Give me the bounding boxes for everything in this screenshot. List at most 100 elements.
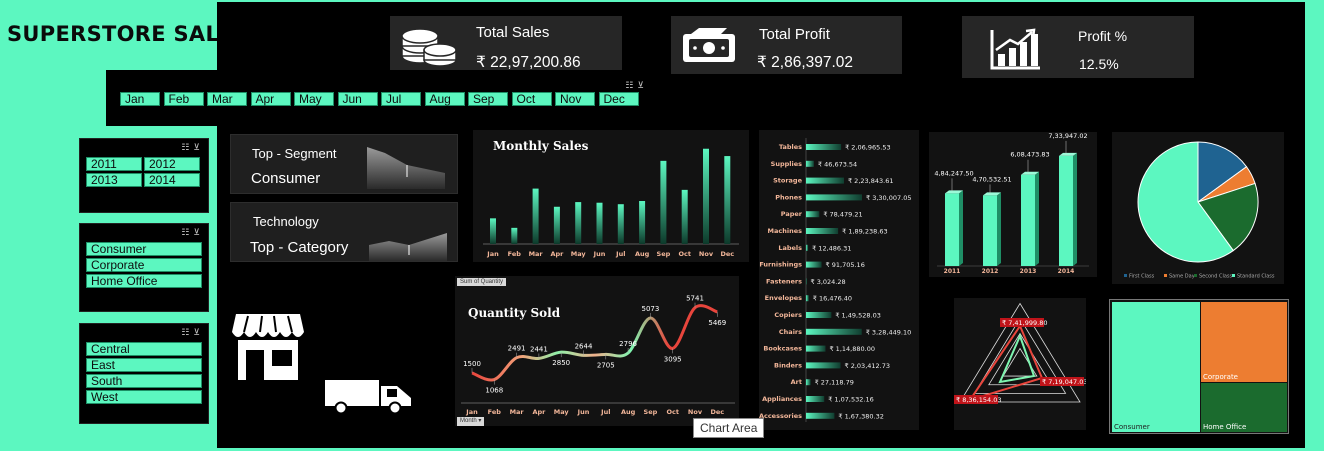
filter-icon[interactable]: ⊻ xyxy=(193,227,204,237)
monthly-bar xyxy=(511,227,518,244)
year-bar-side xyxy=(959,190,963,266)
month-tick-label: Aug xyxy=(621,408,636,416)
month-tick-label: Sep xyxy=(644,408,658,416)
subcategory-value-label: ₹ 12,486.31 xyxy=(812,244,851,252)
multiselect-icon[interactable]: ☷ xyxy=(181,227,193,237)
multiselect-icon[interactable]: ☷ xyxy=(181,327,193,337)
subcategory-value-label: ₹ 27,118.79 xyxy=(815,379,854,387)
region-chip-central[interactable]: Central xyxy=(86,342,202,356)
year-chip-2012[interactable]: 2012 xyxy=(144,157,200,171)
year-tick-label: 2014 xyxy=(1058,268,1075,275)
year-tick-label: 2011 xyxy=(944,268,961,275)
year-chip-2011[interactable]: 2011 xyxy=(86,157,142,171)
growth-chart-icon xyxy=(990,28,1040,70)
segment-chip-consumer[interactable]: Consumer xyxy=(86,242,202,256)
kpi-profit-percent[interactable]: Profit % 12.5% xyxy=(962,16,1194,78)
region-chip-south[interactable]: South xyxy=(86,374,202,388)
month-tick-label: Dec xyxy=(720,250,734,258)
year-bar-side xyxy=(1035,171,1039,266)
subcategory-value-label: ₹ 46,673.54 xyxy=(818,160,857,168)
subcategory-bar xyxy=(806,312,832,318)
top-category-card[interactable]: Technology Top - Category xyxy=(230,202,458,262)
year-tick-label: 2013 xyxy=(1020,268,1037,275)
subcategory-label: Supplies xyxy=(771,160,802,168)
monthly-bar xyxy=(490,218,496,244)
filter-icon[interactable]: ⊻ xyxy=(637,80,648,90)
quantity-line xyxy=(471,304,718,382)
subcategory-bar xyxy=(806,412,835,419)
segment-chip-corporate[interactable]: Corporate xyxy=(86,258,202,272)
region-chip-west[interactable]: West xyxy=(86,390,202,404)
subcategory-label: Binders xyxy=(774,361,802,369)
month-tick-label: Feb xyxy=(488,408,502,416)
subcategory-label: Furnishings xyxy=(759,261,802,269)
month-tick-label: Feb xyxy=(508,250,522,258)
treemap-tile-consumer[interactable]: Consumer xyxy=(1112,302,1200,432)
segment-chip-home-office[interactable]: Home Office xyxy=(86,274,202,288)
profit-pct-label: Profit % xyxy=(1078,28,1128,44)
subcategory-value-label: ₹ 1,07,532.16 xyxy=(828,396,873,404)
treemap-tile-home-office[interactable]: Home Office xyxy=(1201,383,1287,432)
category-sparkline xyxy=(369,233,447,261)
month-tick-label: May xyxy=(571,250,587,258)
subcategory-bar xyxy=(806,362,841,369)
year-value-label: 6,08,473.83 xyxy=(1010,151,1049,159)
subcategory-bar xyxy=(806,160,814,167)
legend-swatch xyxy=(1232,274,1235,277)
month-chip-oct[interactable]: Oct xyxy=(511,92,552,106)
legend-swatch xyxy=(1164,274,1167,277)
month-tick-label: Dec xyxy=(710,408,724,416)
region-radar-chart[interactable]: ₹ 7,41,999.80 ₹ 7,19,047.03 ₹ 8,36,154.03 xyxy=(954,298,1086,430)
radar-value-label: ₹ 7,19,047.03 xyxy=(1042,378,1086,386)
filter-icon[interactable]: ⊻ xyxy=(193,327,204,337)
subcategory-label: Appliances xyxy=(762,395,802,403)
subcategory-value-label: ₹ 3,024.28 xyxy=(811,278,846,286)
month-tick-label: Aug xyxy=(635,250,650,258)
month-chip-jul[interactable]: Jul xyxy=(381,92,421,106)
subcategory-value-label: ₹ 1,67,380.32 xyxy=(838,412,883,420)
ship-mode-pie-chart[interactable]: First Class Same Day Second Class Standard … xyxy=(1112,132,1284,284)
month-chip-feb[interactable]: Feb xyxy=(163,92,204,106)
subcategory-sales-plot: Tables ₹ 2,06,965.53 Supplies ₹ 46,673.54 St… xyxy=(759,138,911,422)
year-tick-label: 2012 xyxy=(982,268,999,275)
month-chip-sep[interactable]: Sep xyxy=(468,92,508,106)
treemap-tile-corporate[interactable]: Corporate xyxy=(1201,302,1287,382)
month-chip-apr[interactable]: Apr xyxy=(250,92,291,106)
year-chip-2014[interactable]: 2014 xyxy=(144,173,200,187)
segment-treemap-chart[interactable]: Consumer Corporate Home Office xyxy=(1109,299,1289,434)
year-chip-2013[interactable]: 2013 xyxy=(86,173,142,187)
quantity-sold-chart[interactable]: Sum of Quantity Quantity Sold 1500 Jan 106… xyxy=(455,276,739,426)
month-chip-mar[interactable]: Mar xyxy=(207,92,247,106)
year-bar-front xyxy=(1059,155,1073,266)
year-value-label: 4,70,532.51 xyxy=(972,175,1011,183)
year-bar-front xyxy=(983,195,997,266)
quantity-data-label: 1500 xyxy=(463,360,481,368)
monthly-sales-chart[interactable]: Monthly Sales Jan Feb Mar Apr May Jun Jul Aug Se… xyxy=(473,130,749,262)
monthly-bar xyxy=(681,189,688,244)
month-field-button[interactable]: Month ▾ xyxy=(457,417,485,426)
month-tick-label: Nov xyxy=(688,408,703,416)
kpi-total-sales[interactable]: ₹ 22,97,200.86 Total Sales xyxy=(390,16,622,74)
multiselect-icon[interactable]: ☷ xyxy=(625,80,637,90)
subcategory-label: Envelopes xyxy=(765,294,802,302)
multiselect-icon[interactable]: ☷ xyxy=(181,142,193,152)
yearly-sales-chart[interactable]: 4,84,247.50 2011 4,70,532.51 2012 6,08,473.8… xyxy=(929,132,1097,277)
top-segment-card[interactable]: Top - Segment Consumer xyxy=(230,134,458,194)
kpi-total-profit[interactable]: Total Profit ₹ 2,86,397.02 xyxy=(671,16,902,74)
month-chip-jan[interactable]: Jan xyxy=(120,92,160,106)
subcategory-value-label: ₹ 2,23,843.61 xyxy=(848,177,893,185)
month-chip-jun[interactable]: Jun xyxy=(337,92,378,106)
quantity-data-label: 2850 xyxy=(552,359,570,367)
month-chip-may[interactable]: May xyxy=(294,92,334,106)
month-tick-label: Jun xyxy=(593,250,606,258)
subcategory-bar xyxy=(806,345,826,352)
subcategory-sales-chart[interactable]: Tables ₹ 2,06,965.53 Supplies ₹ 46,673.54 St… xyxy=(759,130,919,430)
month-chip-aug[interactable]: Aug xyxy=(424,92,465,106)
top-category-label: Top - Category xyxy=(250,239,349,256)
ship-mode-pie-plot: First Class Same Day Second Class Standard … xyxy=(1124,141,1275,280)
month-chip-dec[interactable]: Dec xyxy=(598,92,639,106)
filter-icon[interactable]: ⊻ xyxy=(193,142,204,152)
region-chip-east[interactable]: East xyxy=(86,358,202,372)
month-chip-nov[interactable]: Nov xyxy=(555,92,595,106)
chart-area-tooltip: Chart Area xyxy=(693,418,765,438)
